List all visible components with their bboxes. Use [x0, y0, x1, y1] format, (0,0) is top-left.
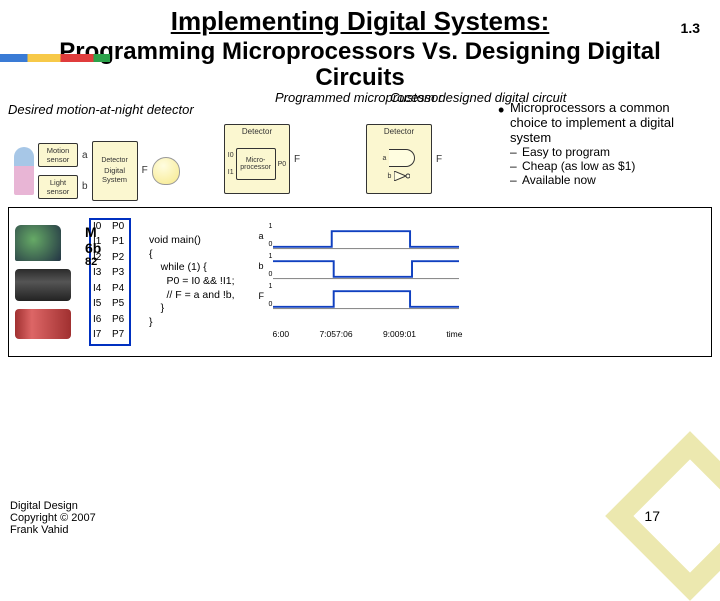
slide-number: 17	[644, 508, 660, 524]
concept-row: Desired motion-at-night detector Motion …	[0, 94, 720, 201]
bullet-main: Microprocessors a common choice to imple…	[510, 100, 696, 145]
not-gate-icon	[394, 171, 410, 181]
page-title-line2: Programming Microprocessors Vs. Designin…	[40, 39, 680, 92]
accent-bar	[0, 54, 110, 62]
pin-right-4: P4	[110, 282, 129, 298]
page-title-line1: Implementing Digital Systems:	[0, 6, 720, 37]
desired-diagram: Motion sensor Light sensor a b Detector …	[14, 141, 212, 201]
pin-right-0: P0	[110, 220, 129, 236]
tick-0: 6:00	[273, 329, 290, 339]
timing-diagram: a 1 0 b 1 0 F 1 0 6:00 7:057:06 9:009:01…	[253, 227, 463, 337]
chip-photo-dip	[15, 269, 71, 301]
microprocessor-box-1: Micro-processor	[236, 148, 276, 180]
tick-2: 9:009:01	[383, 329, 416, 339]
lamp-icon	[152, 157, 180, 185]
motion-sensor-box: Motion sensor	[38, 143, 78, 167]
pin-left-5: I5	[91, 297, 110, 313]
pin-left-3: I3	[91, 266, 110, 282]
chip-photo-sensor	[15, 225, 61, 261]
pin-right-6: P6	[110, 313, 129, 329]
arrow-f1: F	[142, 165, 148, 176]
arrow-f3: F	[436, 154, 442, 165]
decorative-corner	[605, 431, 720, 601]
pin-right-3: P3	[110, 266, 129, 282]
detector-box-prog: Detector I0I1 Micro-processor P0	[224, 124, 290, 194]
tick-1: 7:057:06	[319, 329, 352, 339]
light-sensor-box: Light sensor	[38, 175, 78, 199]
pin-right-2: P2	[110, 251, 129, 267]
bullet-sub-3: Available now	[522, 173, 696, 187]
arrow-b: b	[82, 181, 88, 192]
example-panel: I0P0I1P1I2P2I3P3I4P4I5P5I6P6I7P7 M 6b 82…	[8, 207, 712, 357]
detector-box-custom: Detector a b	[366, 124, 432, 194]
code-block: void main() { while (1) { P0 = I0 && !I1…	[149, 234, 235, 329]
person-icon	[14, 147, 34, 195]
digital-system-box: Detector Digital System	[92, 141, 138, 201]
and-gate-icon	[389, 149, 415, 167]
custom-diagram: Detector a b F	[366, 118, 486, 201]
pin-right-7: P7	[110, 328, 129, 344]
signal-b: b 1 0	[273, 257, 459, 281]
bullet-sub-2: Cheap (as low as $1)	[522, 159, 696, 173]
page-number-top: 1.3	[681, 20, 700, 36]
arrow-f2: F	[294, 154, 300, 165]
arrow-a: a	[82, 150, 88, 161]
chip-photo-red	[15, 309, 71, 339]
pin-overlay-text: M 6b 82	[85, 224, 101, 268]
bullet-list: Microprocessors a common choice to imple…	[496, 100, 696, 201]
pin-left-6: I6	[91, 313, 110, 329]
chip-photos	[15, 225, 71, 339]
signal-a: a 1 0	[273, 227, 459, 251]
tick-3: time	[446, 329, 462, 339]
signal-F: F 1 0	[273, 287, 459, 311]
pin-left-4: I4	[91, 282, 110, 298]
pin-left-7: I7	[91, 328, 110, 344]
pin-right-5: P5	[110, 297, 129, 313]
pin-right-1: P1	[110, 235, 129, 251]
bullet-sub-1: Easy to program	[522, 145, 696, 159]
footer-credit: Digital Design Copyright © 2007 Frank Va…	[10, 500, 96, 536]
desired-label: Desired motion-at-night detector	[8, 102, 218, 117]
programmed-diagram: Detector I0I1 Micro-processor P0 F	[224, 118, 354, 201]
